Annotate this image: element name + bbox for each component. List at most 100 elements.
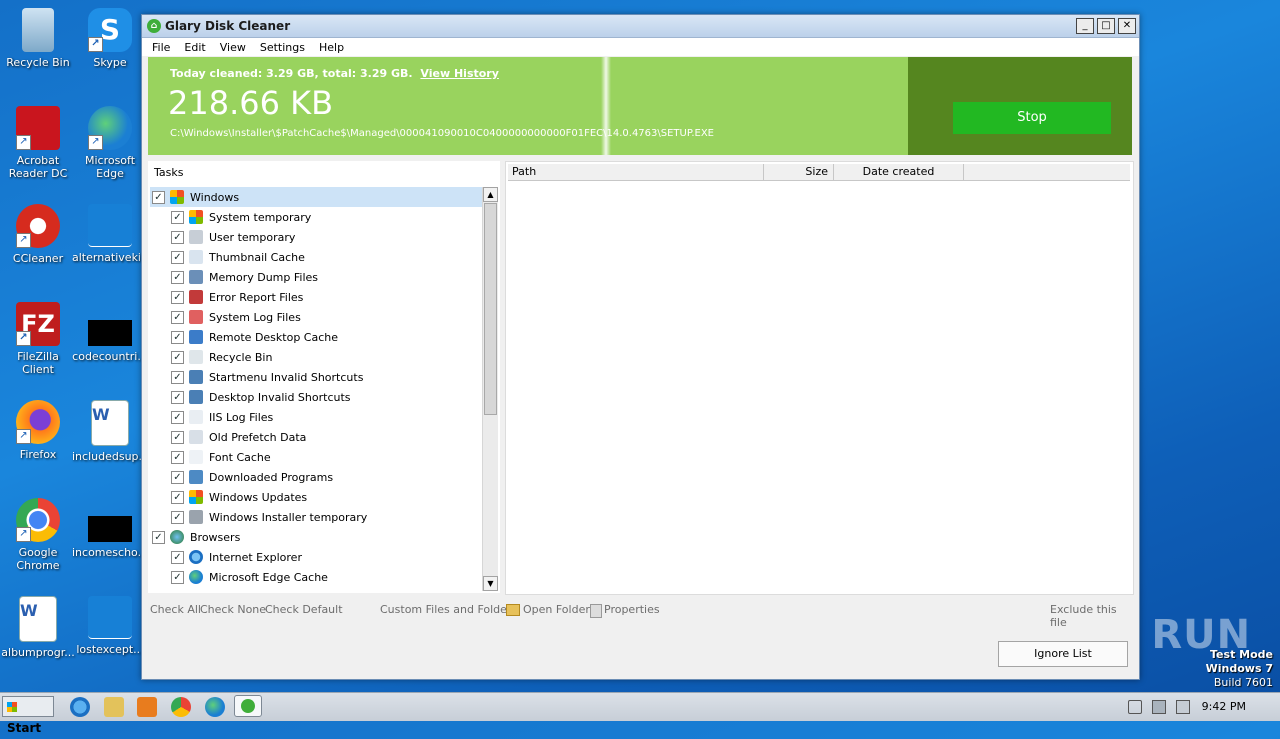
task-item[interactable]: ✓ Startmenu Invalid Shortcuts [150, 367, 482, 387]
tasks-scrollbar[interactable]: ▲ ▼ [482, 187, 498, 591]
task-checkbox[interactable]: ✓ [171, 450, 184, 464]
column-date-created[interactable]: Date created [834, 164, 964, 180]
view-history-link[interactable]: View History [420, 67, 498, 80]
test-mode-line2: Windows 7 [1205, 662, 1273, 675]
desktop-icon-skype[interactable]: S ↗ Skype [72, 8, 148, 69]
desktop-icon-albumprogr[interactable]: W albumprogr... [0, 596, 76, 659]
desktop-icon-alternativeki[interactable]: alternativeki... [72, 204, 151, 264]
title-bar[interactable]: ⌂ Glary Disk Cleaner _ □ ✕ [142, 15, 1139, 38]
task-checkbox[interactable]: ✓ [171, 470, 184, 484]
column-size[interactable]: Size [764, 164, 834, 180]
task-checkbox[interactable]: ✓ [171, 330, 184, 344]
check-all-link[interactable]: Check All [150, 603, 201, 616]
recycle-bin-icon [22, 8, 54, 52]
check-none-link[interactable]: Check None [200, 603, 266, 616]
desktop-icon-acrobat[interactable]: ↗ Acrobat Reader DC [0, 106, 76, 180]
desktop-icon-edge[interactable]: ↗ Microsoft Edge [72, 106, 148, 180]
task-item[interactable]: ✓ Error Report Files [150, 287, 482, 307]
desktop-icon-recycle-bin[interactable]: Recycle Bin [0, 8, 76, 69]
task-item[interactable]: ✓ System Log Files [150, 307, 482, 327]
scroll-thumb[interactable] [484, 203, 497, 415]
task-item[interactable]: ✓ Font Cache [150, 447, 482, 467]
scroll-down-icon[interactable]: ▼ [483, 576, 498, 591]
exclude-file-link[interactable]: Exclude this file [1050, 603, 1132, 629]
glary-taskbar-icon[interactable] [234, 695, 262, 717]
menu-settings[interactable]: Settings [253, 41, 312, 54]
volume-icon[interactable] [1128, 700, 1142, 714]
start-button[interactable]: Start [2, 696, 54, 735]
desktop-icon-codecountri[interactable]: codecountri... [72, 302, 148, 363]
task-checkbox[interactable]: ✓ [171, 510, 184, 524]
task-checkbox[interactable]: ✓ [171, 490, 184, 504]
ignore-list-button[interactable]: Ignore List [998, 641, 1128, 667]
task-item[interactable]: ✓ IIS Log Files [150, 407, 482, 427]
desktop-icon-ccleaner[interactable]: ↗ CCleaner [0, 204, 76, 265]
task-checkbox[interactable]: ✓ [171, 210, 184, 224]
task-checkbox[interactable]: ✓ [171, 390, 184, 404]
task-item[interactable]: ✓ Downloaded Programs [150, 467, 482, 487]
task-item[interactable]: ✓ Browsers [150, 527, 482, 547]
explorer-taskbar-icon[interactable] [104, 697, 124, 717]
task-item[interactable]: ✓ Memory Dump Files [150, 267, 482, 287]
task-checkbox[interactable]: ✓ [171, 410, 184, 424]
task-checkbox[interactable]: ✓ [171, 250, 184, 264]
task-checkbox[interactable]: ✓ [171, 350, 184, 364]
maximize-button[interactable]: □ [1097, 18, 1115, 34]
close-button[interactable]: ✕ [1118, 18, 1136, 34]
task-checkbox[interactable]: ✓ [171, 310, 184, 324]
task-checkbox[interactable]: ✓ [171, 270, 184, 284]
task-item[interactable]: ✓ Windows Updates [150, 487, 482, 507]
menu-edit[interactable]: Edit [177, 41, 212, 54]
task-checkbox[interactable]: ✓ [171, 290, 184, 304]
task-checkbox[interactable]: ✓ [171, 370, 184, 384]
properties-link[interactable]: Properties [604, 603, 660, 616]
chrome-taskbar-icon[interactable] [171, 697, 191, 717]
task-item[interactable]: ✓ Microsoft Edge Cache [150, 567, 482, 587]
task-item[interactable]: ✓ Old Prefetch Data [150, 427, 482, 447]
desktop-icon-includedsup[interactable]: W includedsup... [72, 400, 149, 463]
stop-button[interactable]: Stop [953, 102, 1111, 134]
cleaned-summary: Today cleaned: 3.29 GB, total: 3.29 GB. … [170, 67, 499, 80]
menu-view[interactable]: View [213, 41, 253, 54]
edge-taskbar-icon[interactable] [205, 697, 225, 717]
desktop-icon-incomescho[interactable]: incomescho... [72, 498, 148, 559]
desktop-icon-filezilla[interactable]: FZ ↗ FileZilla Client [0, 302, 76, 376]
task-item[interactable]: ✓ Windows Installer temporary [150, 507, 482, 527]
open-folder-link[interactable]: Open Folder [523, 603, 590, 616]
clock[interactable]: 9:42 PM [1202, 700, 1246, 713]
task-item[interactable]: ✓ Thumbnail Cache [150, 247, 482, 267]
task-checkbox[interactable]: ✓ [171, 550, 184, 564]
ie-taskbar-icon[interactable] [70, 697, 90, 717]
menu-help[interactable]: Help [312, 41, 351, 54]
task-item[interactable]: ✓ User temporary [150, 227, 482, 247]
windows-flag-icon [170, 190, 184, 204]
task-item[interactable]: ✓ Recycle Bin [150, 347, 482, 367]
menu-file[interactable]: File [145, 41, 177, 54]
task-item[interactable]: ✓ Internet Explorer [150, 547, 482, 567]
desktop-icon-chrome[interactable]: ↗ Google Chrome [0, 498, 76, 572]
current-file-path: C:\Windows\Installer\$PatchCache$\Manage… [170, 128, 714, 139]
task-checkbox[interactable]: ✓ [171, 430, 184, 444]
task-label: System Log Files [209, 310, 301, 324]
task-item[interactable]: ✓ Remote Desktop Cache [150, 327, 482, 347]
network-icon[interactable] [1152, 700, 1166, 714]
column-path[interactable]: Path [508, 164, 764, 180]
check-default-link[interactable]: Check Default [265, 603, 343, 616]
scroll-up-icon[interactable]: ▲ [483, 187, 498, 202]
task-item[interactable]: ✓ System temporary [150, 207, 482, 227]
custom-files-link[interactable]: Custom Files and Folders [380, 603, 517, 616]
task-label: Error Report Files [209, 290, 304, 304]
desktop-icon-lostexcept[interactable]: lostexcept... [72, 596, 148, 656]
minimize-button[interactable]: _ [1076, 18, 1094, 34]
media-player-taskbar-icon[interactable] [137, 697, 157, 717]
task-item[interactable]: ✓ Windows [150, 187, 482, 207]
flag-icon[interactable] [1176, 700, 1190, 714]
task-label: Downloaded Programs [209, 470, 334, 484]
task-item[interactable]: ✓ Desktop Invalid Shortcuts [150, 387, 482, 407]
task-checkbox[interactable]: ✓ [171, 230, 184, 244]
cleaned-summary-text: Today cleaned: 3.29 GB, total: 3.29 GB. [170, 67, 413, 80]
task-checkbox[interactable]: ✓ [152, 530, 165, 544]
desktop-icon-firefox[interactable]: ↗ Firefox [0, 400, 76, 461]
task-checkbox[interactable]: ✓ [152, 190, 165, 204]
task-checkbox[interactable]: ✓ [171, 570, 184, 584]
